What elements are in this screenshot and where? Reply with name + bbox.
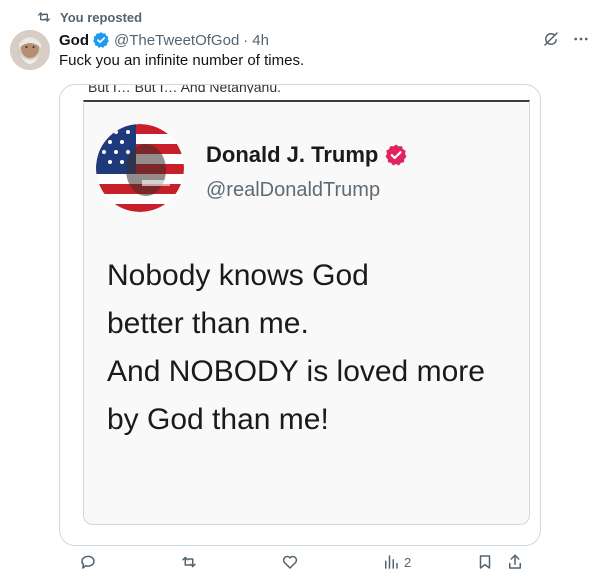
reply-icon — [81, 555, 95, 569]
quoted-name: Donald J. Trump — [206, 142, 379, 167]
more-options-icon[interactable] — [572, 30, 590, 48]
quoted-verified-icon — [385, 144, 407, 166]
author-handle[interactable]: @TheTweetOfGod — [114, 32, 239, 49]
author-name[interactable]: God — [59, 32, 89, 49]
views-count: 2 — [404, 554, 412, 570]
header-actions — [542, 30, 590, 48]
separator-dot: · — [243, 31, 249, 49]
quoted-name-row: Donald J. Trump — [206, 142, 408, 168]
bookmark-button[interactable] — [476, 553, 494, 571]
cropped-caption: But I… But I… And Netanyahu. — [88, 84, 281, 93]
repost-button[interactable] — [180, 553, 198, 571]
reply-button[interactable] — [79, 553, 97, 571]
quoted-text: Nobody knows God better than me. And NOB… — [107, 252, 517, 444]
quoted-line: better than me. — [107, 307, 309, 340]
share-icon — [509, 554, 522, 569]
like-button[interactable] — [281, 553, 299, 571]
post-header: God @TheTweetOfGod · 4h — [59, 30, 586, 50]
views-button[interactable]: 2 — [382, 553, 411, 571]
views-icon — [385, 555, 398, 569]
quoted-line: And NOBODY is loved more — [107, 355, 485, 388]
repost-label: You reposted — [60, 9, 143, 25]
share-button[interactable] — [506, 553, 524, 571]
post-actions: 2 — [79, 552, 534, 572]
quoted-handle: @realDonaldTrump — [206, 179, 381, 201]
post-media-card[interactable]: But I… But I… And Netanyahu. Donald J. T… — [59, 84, 541, 546]
repost-indicator: You reposted — [36, 8, 142, 26]
quoted-line: Nobody knows God — [107, 259, 369, 292]
quoted-line: by God than me! — [107, 403, 329, 436]
post-text: Fuck you an infinite number of times. — [59, 52, 305, 69]
heart-icon — [282, 555, 298, 569]
post-time[interactable]: 4h — [252, 32, 269, 49]
quoted-avatar — [96, 124, 184, 212]
grok-icon[interactable] — [542, 30, 560, 48]
verified-badge-icon — [93, 32, 109, 48]
bookmark-icon — [479, 555, 491, 569]
repost-action-icon — [182, 556, 196, 568]
quoted-screenshot: Donald J. Trump @realDonaldTrump Nobody … — [83, 100, 530, 525]
author-avatar[interactable] — [10, 30, 50, 70]
repost-icon — [38, 12, 50, 22]
